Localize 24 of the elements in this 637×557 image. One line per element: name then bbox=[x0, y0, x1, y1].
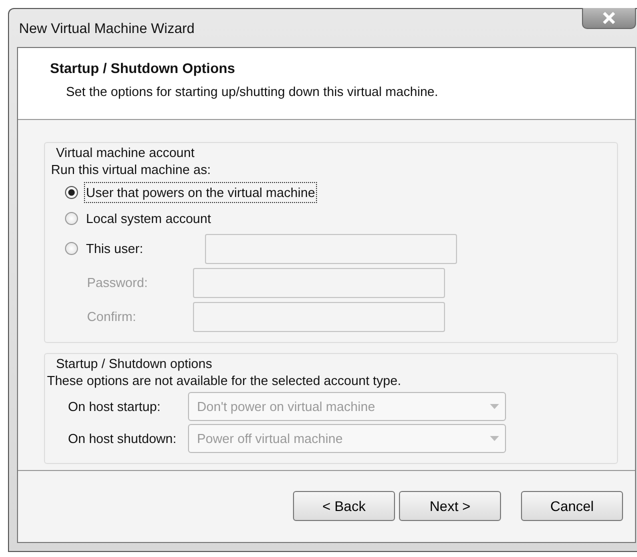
window-title: New Virtual Machine Wizard bbox=[19, 18, 195, 38]
select-label: On host shutdown: bbox=[67, 430, 178, 448]
radio-label[interactable]: This user: bbox=[84, 238, 199, 260]
caret-icon bbox=[490, 436, 499, 442]
radio-button[interactable] bbox=[65, 212, 78, 226]
field-label: Password: bbox=[86, 274, 149, 292]
page-title: Startup / Shutdown Options bbox=[50, 59, 236, 78]
radio-label[interactable]: Local system account bbox=[84, 208, 214, 230]
wizard-button[interactable]: < Back bbox=[293, 491, 395, 522]
radio-label[interactable]: User that powers on the virtual machine bbox=[84, 182, 318, 204]
field-label: Confirm: bbox=[86, 308, 138, 326]
radio-button[interactable] bbox=[65, 242, 78, 256]
close-icon bbox=[602, 12, 616, 24]
dropdown-value: Power off virtual machine bbox=[197, 430, 343, 448]
page-subtitle: Set the options for starting up/shutting down this virtual machine. bbox=[65, 83, 440, 101]
wizard-button[interactable]: Cancel bbox=[521, 491, 623, 522]
info-text: These options are not available for the selected account type. bbox=[47, 372, 402, 390]
close-button[interactable] bbox=[582, 8, 636, 29]
select-label: On host startup: bbox=[67, 398, 162, 416]
radio-button[interactable] bbox=[65, 186, 78, 200]
prompt-label: Run this virtual machine as: bbox=[51, 161, 212, 180]
caret-icon bbox=[490, 404, 499, 410]
wizard-button[interactable]: Next > bbox=[399, 491, 501, 522]
dropdown-value: Don't power on virtual machine bbox=[197, 398, 376, 416]
